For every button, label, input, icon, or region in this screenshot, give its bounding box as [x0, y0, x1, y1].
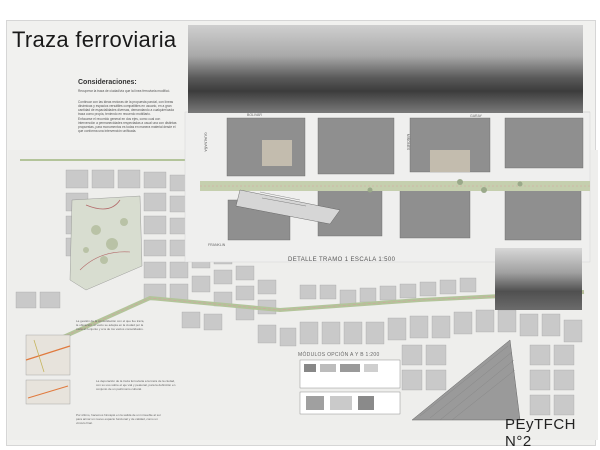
- detail-label: DETALLE TRAMO 1 ESCALA 1:500: [288, 257, 396, 263]
- lower-text: La gestión de la consolidación con el qu…: [76, 319, 145, 331]
- considerations-paragraph: Recuperar la traza de ciudad/vía que la …: [78, 89, 171, 93]
- considerations-paragraph: Continuar con las ideas rectoras de la p…: [78, 100, 174, 117]
- panorama-photo: [188, 25, 583, 113]
- street-label-bolivar: BOLIVAR: [247, 113, 262, 117]
- lower-text: Por último, hacemos hincapié en la salid…: [76, 413, 161, 425]
- street-label-franklin: FRANKLIN: [208, 243, 226, 247]
- modules-label: MÓDULOS OPCIÓN A Y B 1:200: [298, 352, 380, 358]
- considerations-paragraph: Enfocarse el recorrido general en dos ej…: [78, 117, 177, 134]
- board-title: Traza ferroviaria: [12, 27, 177, 52]
- site-photo: [495, 248, 582, 310]
- considerations-heading: Consideraciones:: [78, 79, 137, 86]
- modules-drawing: [299, 359, 401, 415]
- location-inset-2: [25, 379, 71, 405]
- street-label-garay: GARAY: [470, 114, 482, 118]
- lower-text: La depuración de la traza ferroviaria a …: [96, 379, 176, 391]
- detail-plan-tramo-1: [184, 111, 591, 263]
- location-inset: [25, 334, 71, 376]
- board-brand: PEyTFCH N°2: [505, 416, 576, 450]
- street-label-gualnana: GUALNAÑA: [203, 132, 208, 152]
- street-label-minones: MIÑONES: [406, 133, 411, 151]
